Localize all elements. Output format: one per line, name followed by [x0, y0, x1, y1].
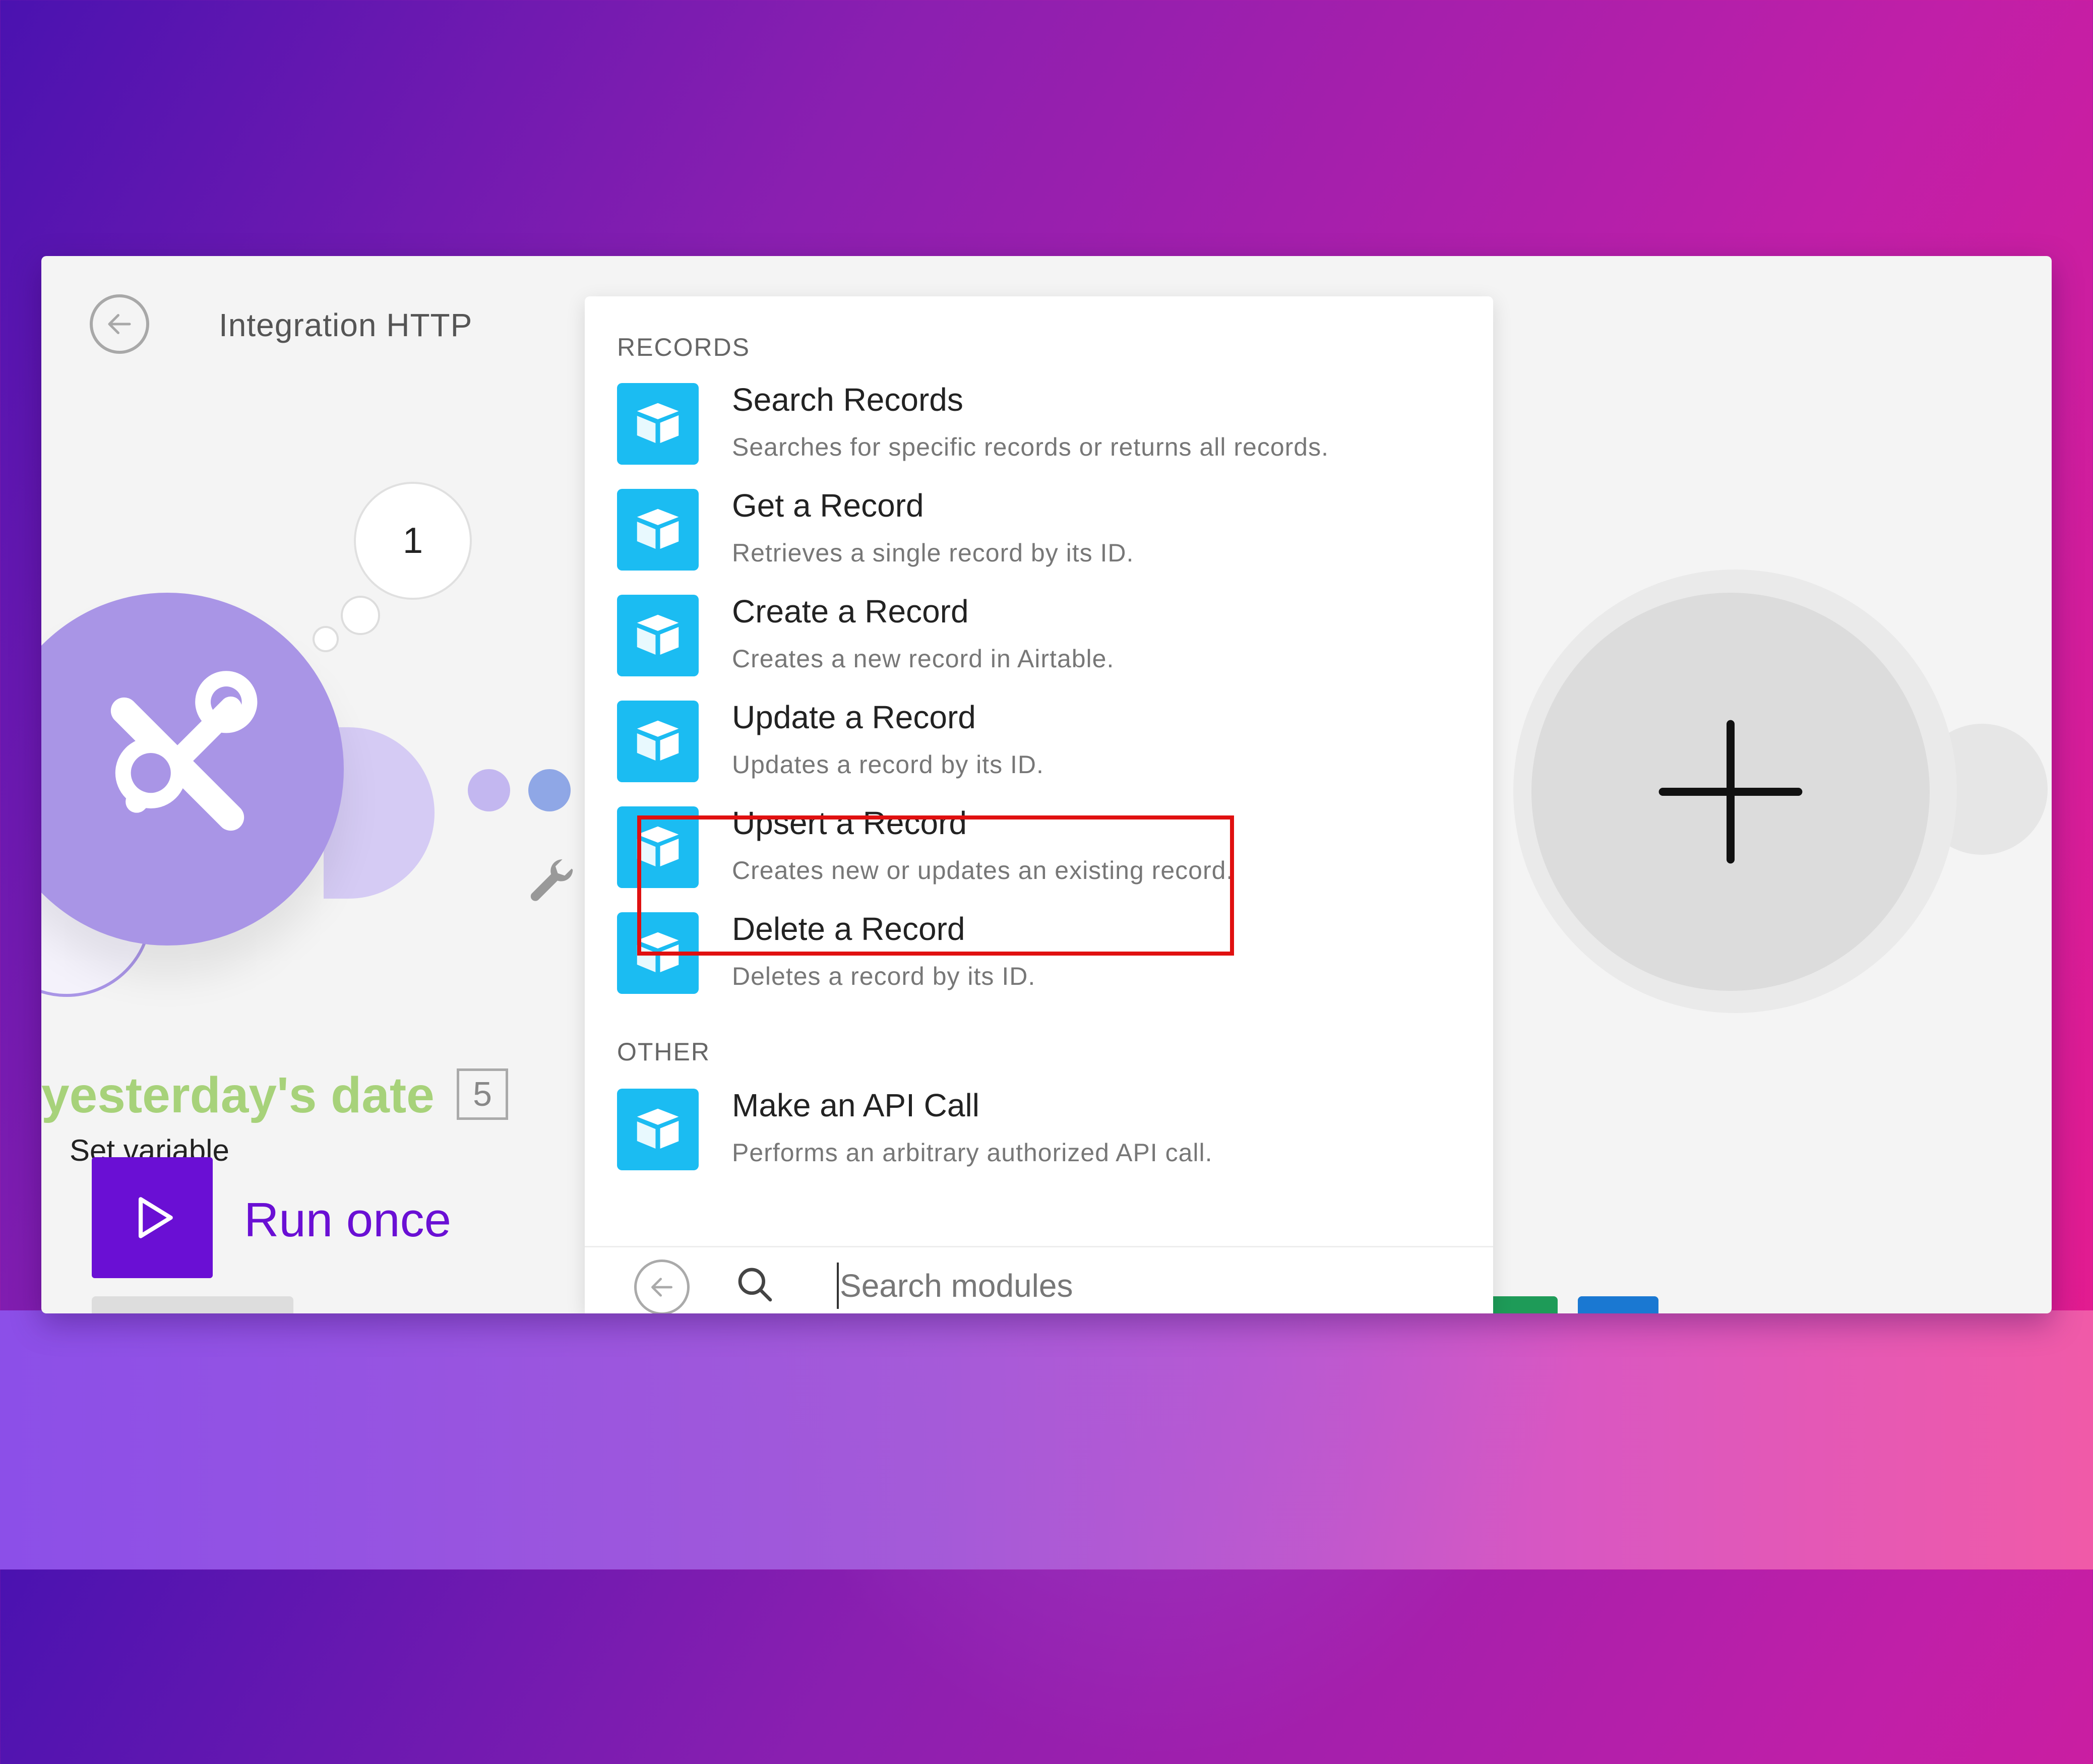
bubble-dot: [313, 626, 339, 652]
search-icon: [738, 1268, 772, 1302]
wrench-icon[interactable]: [524, 855, 580, 910]
toolbar-item[interactable]: [1578, 1296, 1658, 1313]
module-search-bar: [585, 1246, 1493, 1313]
module-item-create-record[interactable]: Create a Record Creates a new record in …: [585, 593, 1493, 701]
run-once-button[interactable]: [92, 1157, 213, 1278]
airtable-icon: [617, 701, 699, 782]
search-back-button[interactable]: [634, 1259, 690, 1313]
back-button[interactable]: [90, 294, 149, 354]
arrow-left-icon: [651, 1278, 672, 1297]
search-modules-input[interactable]: [837, 1263, 1446, 1309]
module-item-update-record[interactable]: Update a Record Updates a record by its …: [585, 699, 1493, 806]
add-module-button[interactable]: [1531, 593, 1930, 991]
run-once-label[interactable]: Run once: [244, 1192, 451, 1248]
airtable-icon: [617, 489, 699, 571]
module-item-description: Updates a record by its ID.: [732, 750, 1044, 779]
module-item-get-record[interactable]: Get a Record Retrieves a single record b…: [585, 487, 1493, 595]
module-item-description: Retrieves a single record by its ID.: [732, 539, 1134, 567]
module-item-description: Creates a new record in Airtable.: [732, 645, 1115, 673]
module-item-description: Searches for specific records or returns…: [732, 433, 1329, 461]
tools-module[interactable]: [41, 593, 344, 946]
module-item-description: Performs an arbitrary authorized API cal…: [732, 1139, 1213, 1167]
connector-dot: [528, 769, 571, 811]
module-name[interactable]: yesterday's date: [41, 1066, 435, 1124]
module-picker: RECORDS Search Records Searches for spec…: [585, 296, 1493, 1313]
play-icon: [138, 1197, 173, 1238]
module-item-title: Make an API Call: [732, 1087, 979, 1123]
module-item-search-records[interactable]: Search Records Searches for specific rec…: [585, 382, 1493, 489]
airtable-icon: [617, 383, 699, 465]
bubble-dot: [341, 596, 380, 635]
module-item-api-call[interactable]: Make an API Call Performs an arbitrary a…: [585, 1087, 1493, 1194]
module-id-badge: 5: [457, 1068, 508, 1120]
module-item-title: Create a Record: [732, 593, 969, 629]
section-label-other: OTHER: [617, 1038, 710, 1066]
execution-count-bubble: 1: [354, 482, 472, 600]
module-item-title: Search Records: [732, 382, 963, 418]
module-item-title: Update a Record: [732, 699, 976, 735]
module-item-description: Deletes a record by its ID.: [732, 962, 1036, 990]
highlight-box: [637, 815, 1234, 956]
arrow-left-icon: [108, 314, 131, 334]
airtable-icon: [617, 595, 699, 676]
airtable-icon: [617, 1089, 699, 1170]
connector-dot: [468, 769, 510, 811]
module-item-title: Get a Record: [732, 487, 924, 524]
plus-icon: [1658, 720, 1803, 864]
section-label-records: RECORDS: [617, 333, 751, 361]
tools-icon: [110, 671, 258, 831]
scenario-title[interactable]: Integration HTTP: [219, 306, 472, 344]
toolbar-item[interactable]: [92, 1296, 293, 1313]
app-window: Integration HTTP 1 yesterday's date 5 Se…: [41, 256, 2052, 1313]
